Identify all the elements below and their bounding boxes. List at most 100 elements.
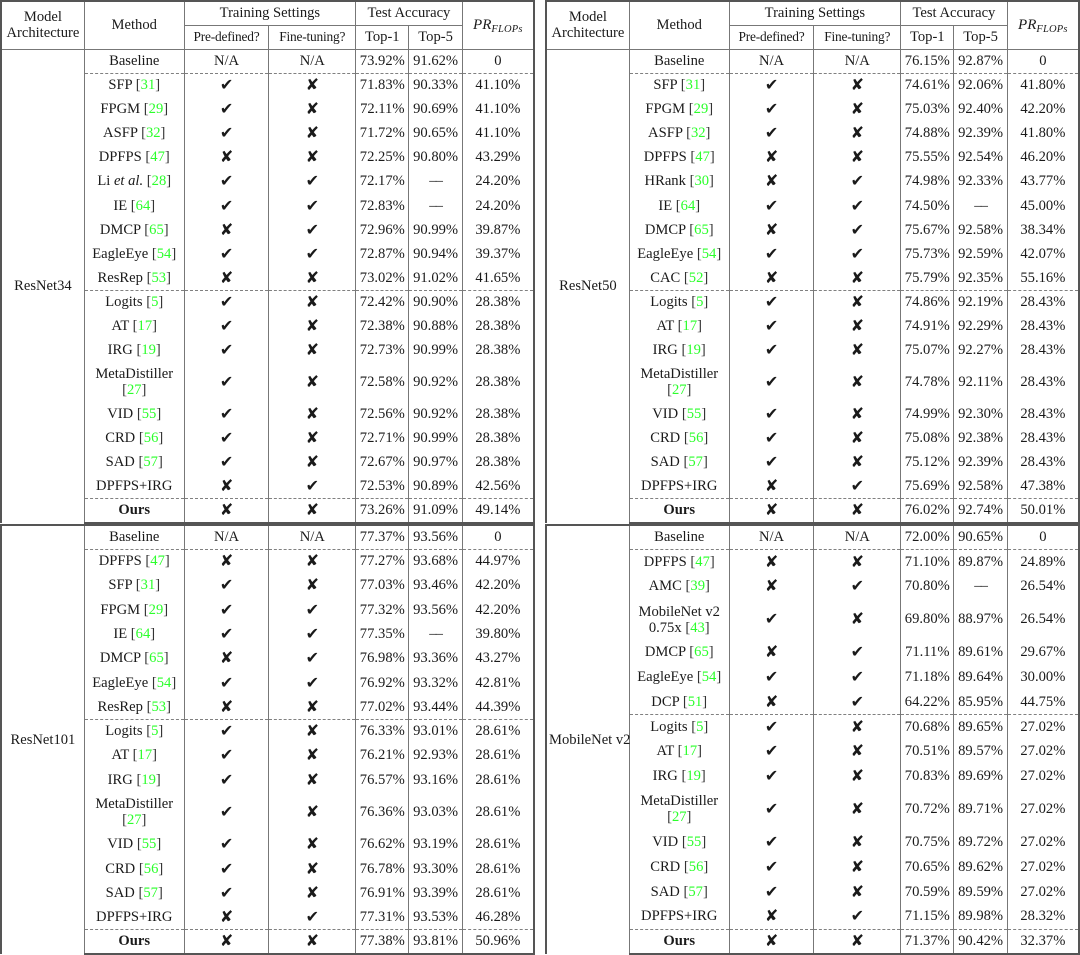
citation-number[interactable]: 47 xyxy=(150,553,165,569)
method-cell: DPFPS+IRG xyxy=(84,474,185,500)
method-cell: ASFP [32] xyxy=(629,121,730,146)
pr-flops-cell: 39.87% xyxy=(462,217,535,242)
citation-number[interactable]: 29 xyxy=(149,101,164,117)
citation-number[interactable]: 65 xyxy=(149,222,164,238)
citation-number[interactable]: 27 xyxy=(127,382,142,398)
pr-flops-cell: 27.02% xyxy=(1007,739,1080,765)
method-cell: Baseline xyxy=(84,49,185,74)
citation-number[interactable]: 17 xyxy=(683,743,698,759)
citation-number[interactable]: 65 xyxy=(694,222,709,238)
citation-number[interactable]: 39 xyxy=(690,578,705,594)
citation-number[interactable]: 55 xyxy=(687,834,702,850)
pre-defined-cell: ✔ xyxy=(184,73,270,98)
top5-cell: 93.30% xyxy=(408,856,463,882)
citation-number[interactable]: 64 xyxy=(136,198,151,214)
check-icon: ✔ xyxy=(219,802,234,821)
method-cell: DMCP [65] xyxy=(629,217,730,242)
pre-defined-cell: ✔ xyxy=(184,314,270,339)
top1-cell: 71.18% xyxy=(900,665,955,690)
citation-number[interactable]: 65 xyxy=(694,644,709,660)
citation-bracket: ] xyxy=(700,77,706,94)
citation-number[interactable]: 56 xyxy=(144,861,159,877)
citation-number[interactable]: 47 xyxy=(150,149,165,165)
citation-number[interactable]: 64 xyxy=(136,626,151,642)
not-applicable-label: N/A xyxy=(758,52,785,69)
fine-tuning-cell: ✘ xyxy=(268,743,357,768)
citation-number[interactable]: 31 xyxy=(686,77,701,93)
citation-number[interactable]: 31 xyxy=(141,77,156,93)
top5-cell: 93.53% xyxy=(408,905,463,931)
header-training-settings: Training Settings xyxy=(184,0,357,26)
citation-number[interactable]: 28 xyxy=(152,173,167,189)
cross-icon: ✘ xyxy=(305,858,319,878)
citation-number[interactable]: 19 xyxy=(141,342,156,358)
method-name: EagleEye xyxy=(92,674,149,691)
method-cell: MetaDistiller [27] xyxy=(84,362,185,403)
header-training-settings: Training Settings xyxy=(729,0,902,26)
citation-number[interactable]: 27 xyxy=(672,382,687,398)
citation-number[interactable]: 55 xyxy=(142,836,157,852)
pre-defined-cell: ✔ xyxy=(184,767,270,793)
citation-number[interactable]: 47 xyxy=(695,554,710,570)
citation-number[interactable]: 43 xyxy=(690,620,705,636)
top1-cell: 76.36% xyxy=(355,792,410,833)
citation-bracket: ] xyxy=(716,669,722,686)
pre-defined-cell: ✔ xyxy=(184,169,270,194)
top1-cell: 74.86% xyxy=(900,290,955,315)
pr-flops-cell: 42.81% xyxy=(462,670,535,695)
citation-number[interactable]: 53 xyxy=(151,270,166,286)
pr-flops-cell: 44.75% xyxy=(1007,689,1080,716)
cross-icon: ✘ xyxy=(305,452,319,472)
pr-flops-cell: 28.61% xyxy=(462,719,535,744)
citation-number[interactable]: 27 xyxy=(672,809,687,825)
citation-number[interactable]: 47 xyxy=(695,149,710,165)
citation-wrap: [27] xyxy=(122,382,146,398)
method-name: ASFP xyxy=(103,125,138,142)
method-name: IRG xyxy=(652,342,678,359)
citation-number[interactable]: 30 xyxy=(694,173,709,189)
citation-number[interactable]: 54 xyxy=(157,246,172,262)
citation-number[interactable]: 29 xyxy=(149,602,164,618)
citation-number[interactable]: 56 xyxy=(144,430,159,446)
citation-number[interactable]: 17 xyxy=(683,318,698,334)
citation-number[interactable]: 55 xyxy=(687,406,702,422)
citation-number[interactable]: 51 xyxy=(688,694,703,710)
citation-number[interactable]: 19 xyxy=(686,768,701,784)
citation-number[interactable]: 54 xyxy=(702,246,717,262)
method-cell: Ours xyxy=(629,929,730,955)
citation-number[interactable]: 19 xyxy=(686,342,701,358)
cross-icon: ✘ xyxy=(219,696,234,716)
citation-number[interactable]: 17 xyxy=(138,318,153,334)
citation-number[interactable]: 32 xyxy=(146,125,161,141)
citation-number[interactable]: 31 xyxy=(141,577,156,593)
pre-defined-cell: ✔ xyxy=(184,743,270,768)
pr-flops-cell: 41.80% xyxy=(1007,121,1080,146)
method-cell: VID [55] xyxy=(629,830,730,855)
citation-number[interactable]: 29 xyxy=(694,101,709,117)
citation-number[interactable]: 52 xyxy=(689,270,704,286)
citation-number[interactable]: 17 xyxy=(138,747,153,763)
cross-icon: ✘ xyxy=(219,931,234,951)
cross-icon: ✘ xyxy=(764,906,779,926)
citation-number[interactable]: 65 xyxy=(149,650,164,666)
citation-number[interactable]: 56 xyxy=(689,859,704,875)
citation-number[interactable]: 19 xyxy=(141,772,156,788)
top5-cell: 93.39% xyxy=(408,881,463,906)
citation-bracket: ] xyxy=(704,578,710,595)
citation-number[interactable]: 57 xyxy=(688,884,703,900)
not-applicable-label: N/A xyxy=(758,529,785,546)
citation-number[interactable]: 64 xyxy=(681,198,696,214)
citation-number[interactable]: 55 xyxy=(142,406,157,422)
citation-number[interactable]: 27 xyxy=(127,812,142,828)
citation-number[interactable]: 57 xyxy=(688,454,703,470)
cross-icon: ✘ xyxy=(219,648,234,668)
citation-number[interactable]: 57 xyxy=(143,885,158,901)
citation-number[interactable]: 54 xyxy=(702,669,717,685)
citation-number[interactable]: 53 xyxy=(151,699,166,715)
citation-number[interactable]: 57 xyxy=(143,454,158,470)
check-icon: ✔ xyxy=(764,75,779,95)
citation-number[interactable]: 32 xyxy=(691,125,706,141)
citation-number[interactable]: 54 xyxy=(157,675,172,691)
citation-number[interactable]: 56 xyxy=(689,430,704,446)
citation-bracket: ] xyxy=(163,221,169,238)
